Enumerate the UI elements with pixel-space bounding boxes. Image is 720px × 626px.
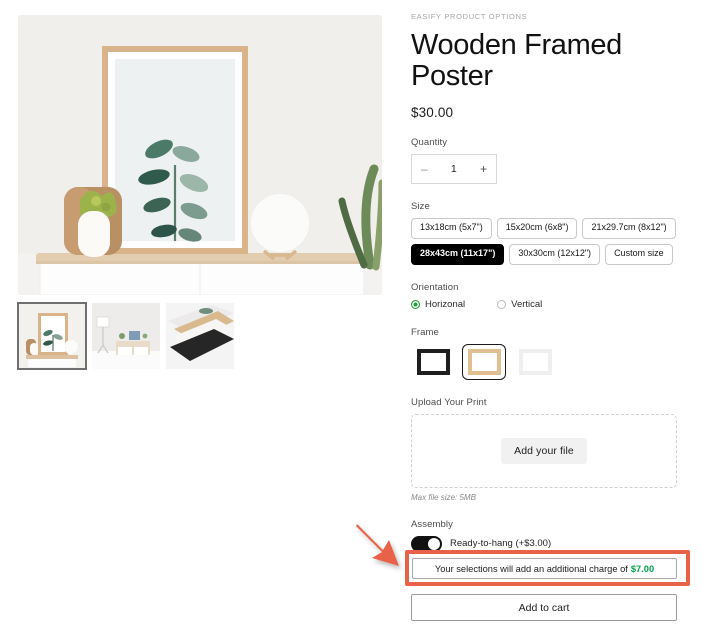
quantity-group: Quantity – 1 +	[411, 137, 677, 185]
product-price: $30.00	[411, 105, 454, 121]
surcharge-amount: $7.00	[630, 563, 655, 574]
frame-options	[411, 343, 677, 380]
frame-swatch-icon	[518, 348, 552, 375]
radio-selected-icon[interactable]	[411, 299, 420, 309]
orientation-label: Orientation	[411, 281, 459, 293]
radio-empty-icon[interactable]	[497, 299, 507, 309]
quantity-decrement-button[interactable]: –	[421, 163, 428, 175]
thumbnail-0[interactable]	[17, 302, 87, 370]
orientation-group: Orientation Horizonal Vertical	[411, 282, 677, 310]
orientation-label-0: Horizonal	[425, 298, 466, 310]
brand-eyebrow: EASIFY PRODUCT OPTIONS	[411, 12, 528, 21]
product-gallery	[17, 15, 382, 370]
frame-swatch-icon	[467, 348, 501, 375]
size-option-2[interactable]: 21x29.7cm (8x12")	[582, 218, 676, 239]
surcharge-notice: Your selections will add an additional c…	[412, 558, 677, 579]
size-option-3[interactable]: 28x43cm (11x17")	[411, 243, 505, 265]
toggle-knob	[428, 537, 440, 550]
annotation-arrow-icon	[356, 524, 399, 566]
size-group: Size 13x18cm (5x7") 15x20cm (6x8") 21x29…	[411, 201, 677, 265]
product-page: EASIFY PRODUCT OPTIONS Wooden Framed Pos…	[0, 0, 720, 626]
orientation-options: Horizonal Vertical	[411, 299, 677, 310]
quantity-label: Quantity	[411, 137, 448, 149]
surcharge-notice-text: Your selections will add an additional c…	[434, 563, 628, 574]
thumbnail-2[interactable]	[166, 303, 234, 369]
orientation-option-vertical[interactable]: Vertical	[497, 299, 542, 310]
orientation-option-horizontal[interactable]: Horizonal	[411, 299, 465, 310]
size-option-5[interactable]: Custom size	[605, 243, 673, 265]
frame-swatch-icon	[416, 348, 450, 375]
orientation-label-1: Vertical	[511, 298, 543, 310]
quantity-value[interactable]: 1	[451, 163, 457, 175]
frame-option-wood[interactable]	[462, 343, 506, 380]
frame-option-white[interactable]	[513, 344, 557, 380]
add-to-cart-button[interactable]: Add to cart	[411, 594, 677, 621]
thumbnail-1[interactable]	[92, 303, 160, 369]
product-options-panel: EASIFY PRODUCT OPTIONS Wooden Framed Pos…	[411, 12, 677, 552]
frame-option-black[interactable]	[411, 344, 455, 380]
size-option-1[interactable]: 15x20cm (6x8")	[496, 218, 578, 239]
upload-hint: Max file size: 5MB	[411, 492, 476, 502]
file-dropzone[interactable]: Add your file	[411, 413, 677, 488]
size-option-0[interactable]: 13x18cm (5x7")	[411, 218, 492, 239]
assembly-option-label: Ready-to-hang (+$3.00)	[450, 538, 552, 550]
frame-group: Frame	[411, 327, 677, 380]
size-label: Size	[411, 201, 430, 213]
upload-group: Upload Your Print Add your file Max file…	[411, 397, 677, 502]
page-title: Wooden Framed Poster	[411, 29, 622, 93]
frame-label: Frame	[411, 326, 439, 338]
quantity-increment-button[interactable]: +	[480, 163, 487, 175]
quantity-stepper[interactable]: – 1 +	[411, 154, 497, 185]
add-file-button[interactable]: Add your file	[501, 437, 587, 464]
assembly-label: Assembly	[411, 518, 453, 530]
size-options: 13x18cm (5x7") 15x20cm (6x8") 21x29.7cm …	[411, 218, 677, 265]
assembly-toggle-row[interactable]: Ready-to-hang (+$3.00)	[411, 535, 677, 552]
thumbnail-strip	[17, 302, 382, 370]
size-option-4[interactable]: 30x30cm (12x12")	[509, 243, 601, 265]
hero-product-image[interactable]	[18, 15, 382, 295]
upload-label: Upload Your Print	[411, 396, 487, 408]
assembly-group: Assembly Ready-to-hang (+$3.00)	[411, 519, 677, 552]
